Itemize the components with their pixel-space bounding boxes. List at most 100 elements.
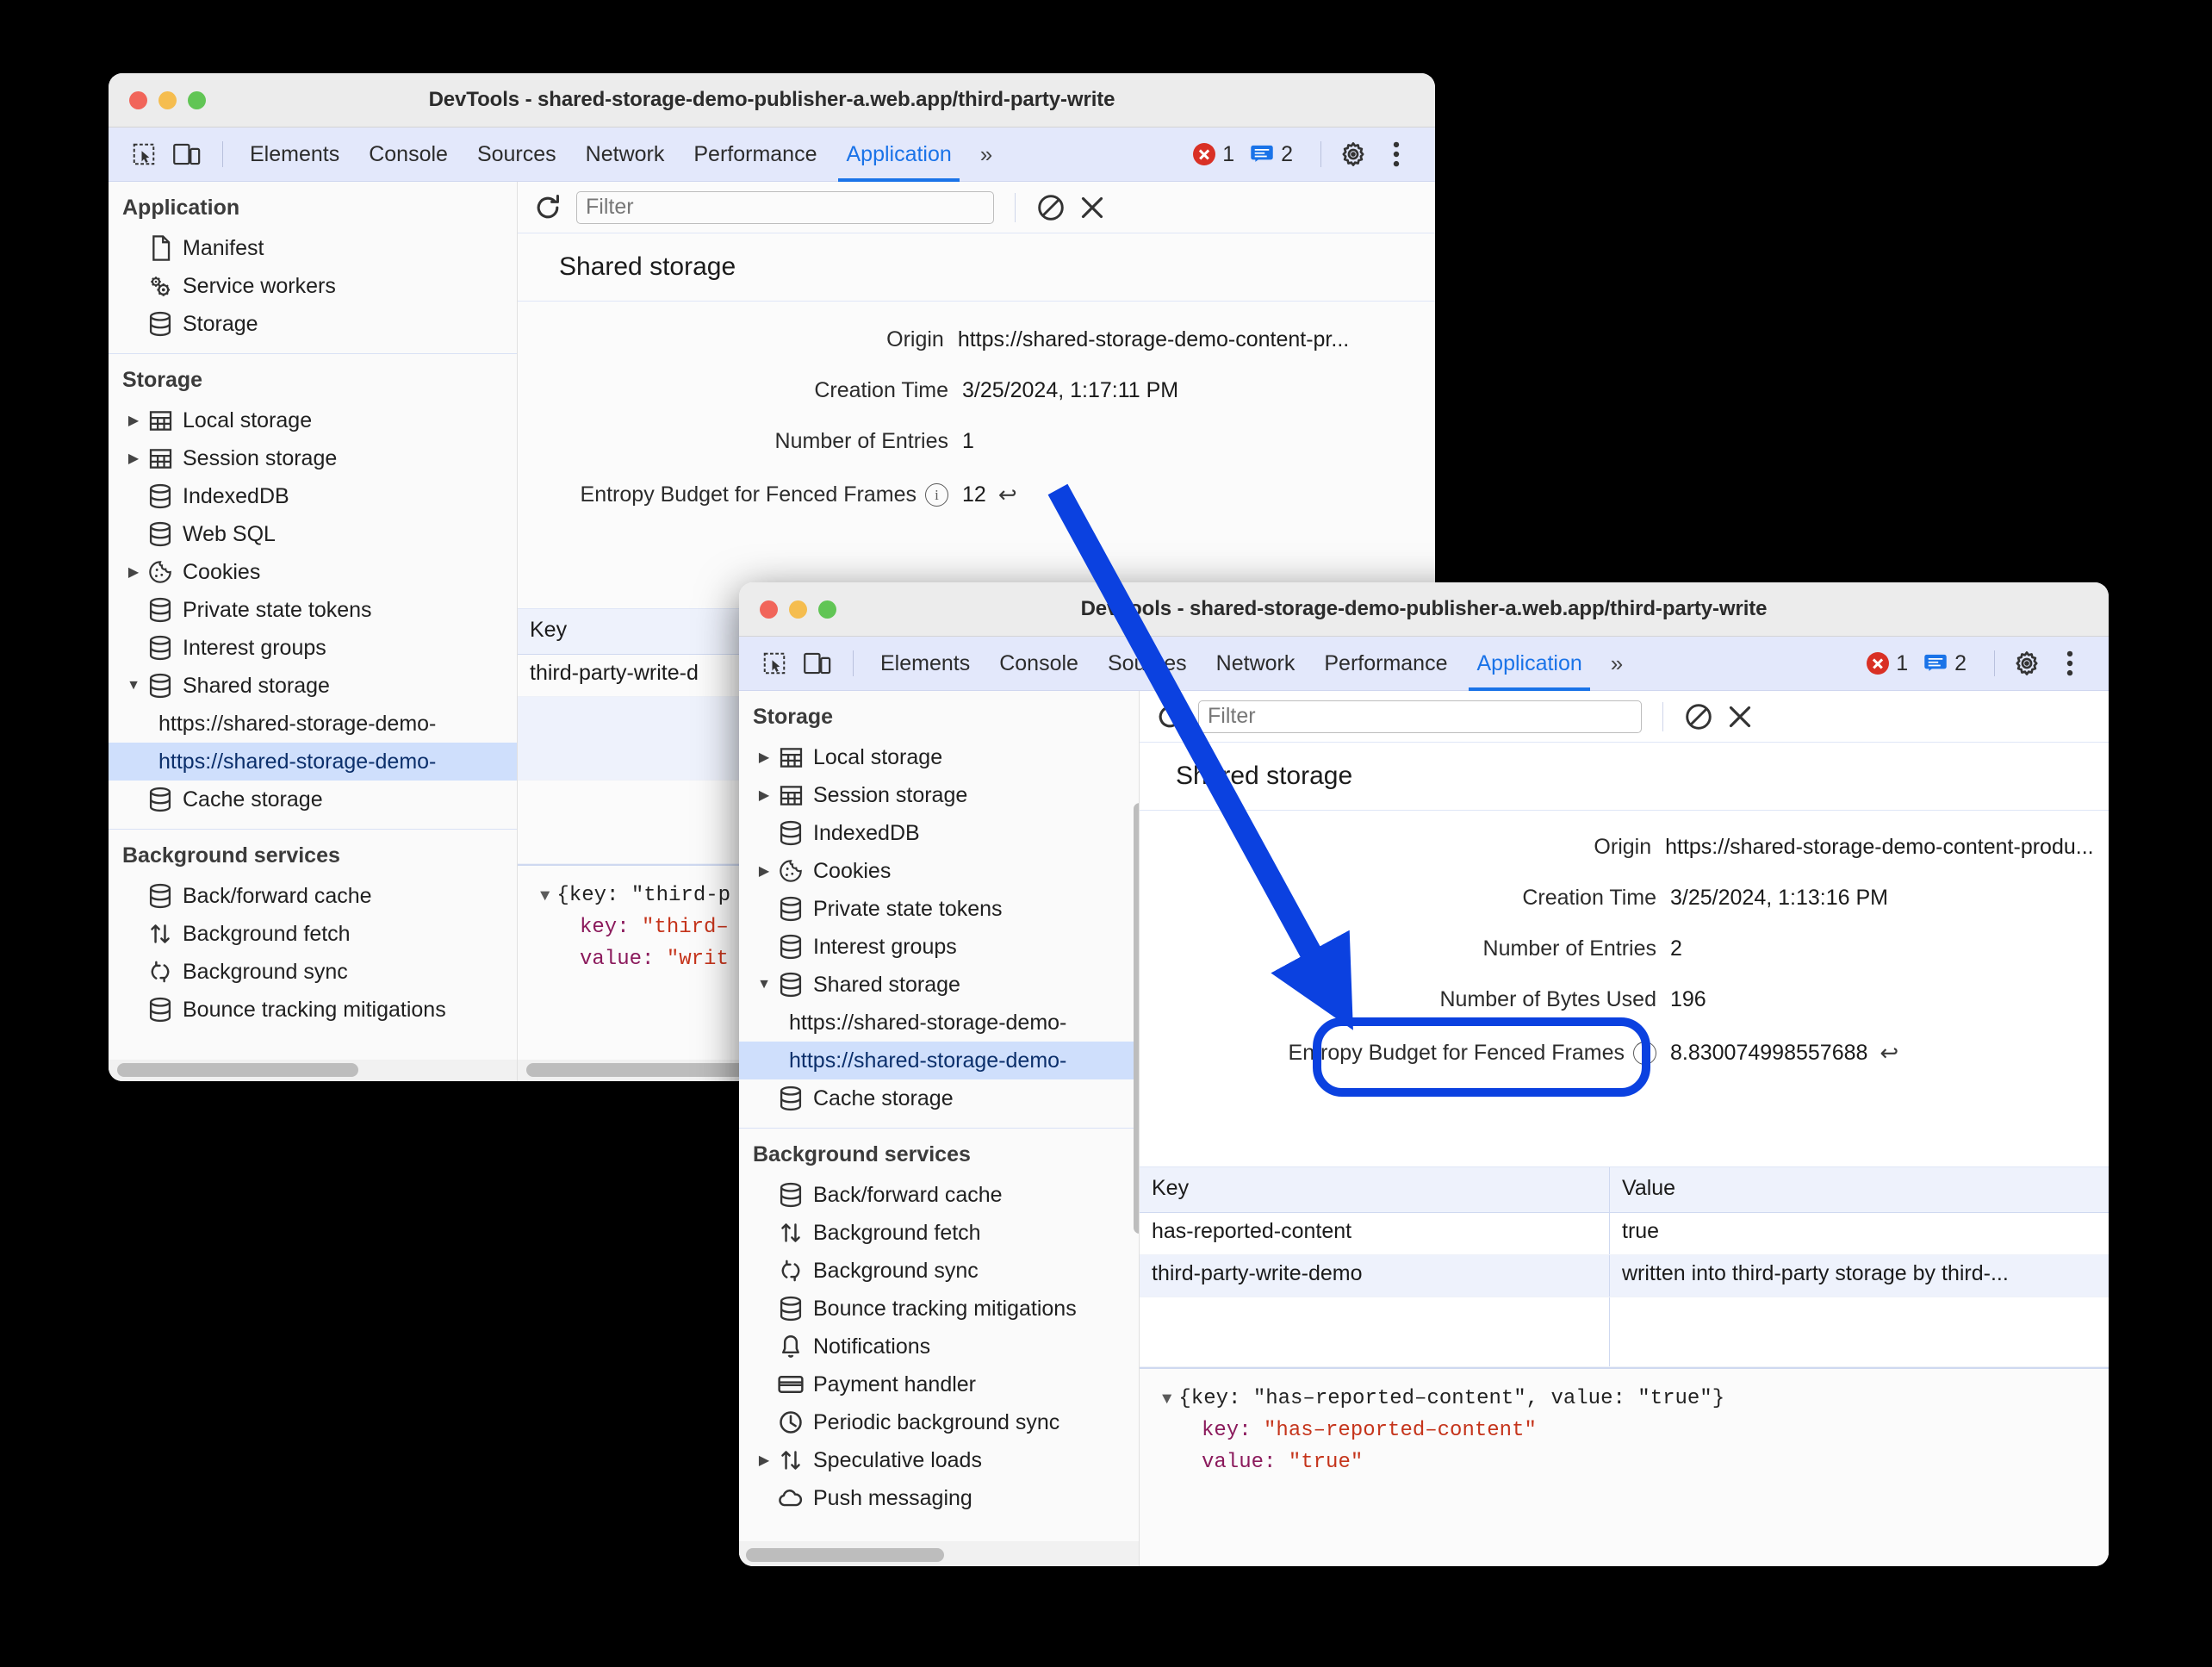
sidebar-item-notifications[interactable]: Notifications — [739, 1328, 1139, 1365]
tab-performance[interactable]: Performance — [679, 128, 831, 182]
front-sidebar-vscrollbar[interactable] — [1134, 803, 1139, 1234]
sidebar-item-background-fetch[interactable]: Background fetch — [109, 915, 517, 953]
chevron-right-icon[interactable]: ▶ — [122, 412, 145, 429]
sidebar-item-cookies[interactable]: ▶ Cookies — [109, 553, 517, 591]
message-badge[interactable]: 2 — [1923, 651, 1967, 676]
chevron-down-icon[interactable]: ▼ — [1162, 1390, 1171, 1409]
filter-input[interactable]: Filter — [1198, 700, 1642, 733]
sidebar-item-bounce-tracking-mitigations[interactable]: Bounce tracking mitigations — [109, 991, 517, 1029]
more-tabs-icon[interactable]: » — [1597, 650, 1633, 677]
info-icon[interactable]: i — [1633, 1042, 1656, 1065]
filter-input[interactable]: Filter — [576, 190, 994, 224]
reset-icon[interactable]: ↩ — [1880, 1040, 1898, 1067]
sidebar-item-back-forward-cache[interactable]: Back/forward cache — [739, 1176, 1139, 1214]
chevron-right-icon[interactable]: ▶ — [753, 787, 775, 804]
sidebar-item-private-state-tokens[interactable]: Private state tokens — [739, 890, 1139, 928]
table-row[interactable]: has-reported-content true — [1140, 1213, 2109, 1255]
sidebar-item-local-storage[interactable]: ▶ Local storage — [739, 738, 1139, 776]
column-header-value[interactable]: Value — [1609, 1167, 2109, 1212]
sidebar-item-indexeddb[interactable]: IndexedDB — [739, 814, 1139, 852]
tab-performance[interactable]: Performance — [1309, 637, 1462, 691]
no-entry-icon[interactable] — [1684, 702, 1713, 731]
gear-icon[interactable] — [2007, 644, 2047, 683]
sidebar-item-storage[interactable]: Storage — [109, 305, 517, 343]
device-toolbar-icon[interactable] — [167, 134, 207, 174]
chevron-right-icon[interactable]: ▶ — [122, 450, 145, 467]
sidebar-item-background-fetch[interactable]: Background fetch — [739, 1214, 1139, 1252]
tab-console[interactable]: Console — [354, 128, 463, 182]
back-traffic-lights[interactable] — [109, 90, 206, 109]
sidebar-item-shared-storage-origin-1[interactable]: https://shared-storage-demo- — [109, 705, 517, 743]
sidebar-item-local-storage[interactable]: ▶ Local storage — [109, 401, 517, 439]
sidebar-item-cache-storage[interactable]: Cache storage — [109, 781, 517, 818]
sidebar-item-periodic-background-sync[interactable]: Periodic background sync — [739, 1403, 1139, 1441]
sidebar-item-cache-storage[interactable]: Cache storage — [739, 1079, 1139, 1117]
sidebar-item-payment-handler[interactable]: Payment handler — [739, 1365, 1139, 1403]
maximize-window-button[interactable] — [818, 600, 836, 619]
tab-elements[interactable]: Elements — [235, 128, 354, 182]
chevron-down-icon[interactable]: ▼ — [540, 886, 550, 905]
sidebar-item-background-sync[interactable]: Background sync — [739, 1252, 1139, 1290]
sidebar-item-shared-storage[interactable]: ▼ Shared storage — [109, 667, 517, 705]
more-options-icon[interactable] — [2050, 644, 2090, 683]
refresh-icon[interactable] — [1155, 702, 1184, 731]
sidebar-item-shared-storage-origin-1[interactable]: https://shared-storage-demo- — [739, 1004, 1139, 1042]
maximize-window-button[interactable] — [188, 90, 206, 109]
sidebar-item-session-storage[interactable]: ▶ Session storage — [739, 776, 1139, 814]
sidebar-item-service-workers[interactable]: Service workers — [109, 267, 517, 305]
minimize-window-button[interactable] — [158, 90, 177, 109]
column-header-key[interactable]: Key — [1140, 1167, 1609, 1212]
sidebar-item-speculative-loads[interactable]: ▶ Speculative loads — [739, 1441, 1139, 1479]
front-value-preview[interactable]: ▼ {key: "has–reported–content", value: "t… — [1140, 1367, 2109, 1566]
sidebar-item-session-storage[interactable]: ▶ Session storage — [109, 439, 517, 477]
sidebar-item-shared-storage[interactable]: ▼ Shared storage — [739, 966, 1139, 1004]
inspect-element-icon[interactable] — [124, 134, 164, 174]
close-icon[interactable] — [1079, 195, 1105, 221]
device-toolbar-icon[interactable] — [798, 644, 837, 683]
tab-console[interactable]: Console — [985, 637, 1093, 691]
tab-elements[interactable]: Elements — [866, 637, 985, 691]
chevron-right-icon[interactable]: ▶ — [753, 862, 775, 880]
back-sidebar[interactable]: Application Manifest Service workers Sto… — [109, 182, 518, 1081]
devtools-window-front[interactable]: DevTools - shared-storage-demo-publisher… — [739, 582, 2109, 1566]
error-badge[interactable]: 1 — [1193, 142, 1234, 167]
sidebar-item-back-forward-cache[interactable]: Back/forward cache — [109, 877, 517, 915]
front-tabstrip[interactable]: Elements Console Sources Network Perform… — [739, 637, 2109, 691]
sidebar-item-interest-groups[interactable]: Interest groups — [109, 629, 517, 667]
sidebar-item-shared-storage-origin-2[interactable]: https://shared-storage-demo- — [109, 743, 517, 781]
chevron-down-icon[interactable]: ▼ — [122, 678, 145, 694]
back-tabstrip[interactable]: Elements Console Sources Network Perform… — [109, 128, 1435, 182]
tab-application[interactable]: Application — [831, 128, 966, 182]
gear-icon[interactable] — [1333, 134, 1373, 174]
error-badge[interactable]: 1 — [1867, 651, 1908, 676]
sidebar-item-interest-groups[interactable]: Interest groups — [739, 928, 1139, 966]
chevron-right-icon[interactable]: ▶ — [753, 1452, 775, 1469]
sidebar-item-web-sql[interactable]: Web SQL — [109, 515, 517, 553]
sidebar-item-background-sync[interactable]: Background sync — [109, 953, 517, 991]
close-icon[interactable] — [1727, 704, 1753, 730]
more-options-icon[interactable] — [1376, 134, 1416, 174]
tab-sources[interactable]: Sources — [463, 128, 571, 182]
front-sidebar[interactable]: Storage ▶ Local storage ▶ Session storag… — [739, 691, 1140, 1566]
chevron-right-icon[interactable]: ▶ — [122, 563, 145, 581]
minimize-window-button[interactable] — [789, 600, 807, 619]
sidebar-item-manifest[interactable]: Manifest — [109, 229, 517, 267]
more-tabs-icon[interactable]: » — [966, 141, 1003, 168]
front-content-toolbar[interactable]: Filter — [1140, 691, 2109, 743]
sidebar-item-bounce-tracking-mitigations[interactable]: Bounce tracking mitigations — [739, 1290, 1139, 1328]
tab-network[interactable]: Network — [1202, 637, 1310, 691]
sidebar-item-private-state-tokens[interactable]: Private state tokens — [109, 591, 517, 629]
front-kv-table[interactable]: Key Value has-reported-content true thir… — [1140, 1166, 2109, 1367]
reset-icon[interactable]: ↩ — [998, 482, 1017, 508]
back-sidebar-hscrollbar[interactable] — [117, 1063, 358, 1077]
close-window-button[interactable] — [760, 600, 778, 619]
sidebar-item-push-messaging[interactable]: Push messaging — [739, 1479, 1139, 1517]
sidebar-item-indexeddb[interactable]: IndexedDB — [109, 477, 517, 515]
chevron-right-icon[interactable]: ▶ — [753, 749, 775, 766]
preview-summary-line[interactable]: ▼ {key: "has–reported–content", value: "t… — [1162, 1383, 2109, 1415]
tab-network[interactable]: Network — [571, 128, 680, 182]
back-content-toolbar[interactable]: Filter — [518, 182, 1435, 233]
tab-application[interactable]: Application — [1462, 637, 1596, 691]
back-toolbar-right[interactable]: 1 2 — [1193, 134, 1435, 174]
table-row[interactable]: third-party-write-demo written into thir… — [1140, 1255, 2109, 1297]
